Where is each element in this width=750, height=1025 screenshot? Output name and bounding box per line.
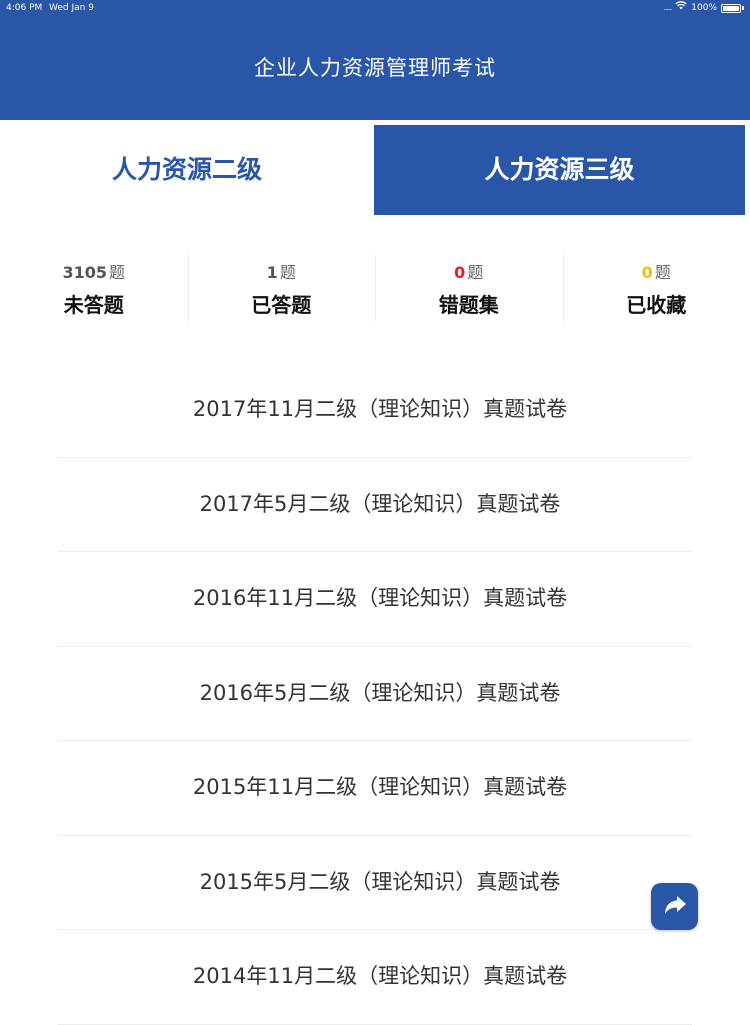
share-button[interactable]	[651, 883, 698, 930]
page-title: 企业人力资源管理师考试	[0, 52, 750, 82]
stat-label: 已收藏	[563, 289, 750, 318]
stat-count: 0	[454, 263, 465, 282]
status-time: 4:06 PM	[6, 0, 42, 16]
wifi-icon	[675, 0, 687, 16]
stat-unanswered[interactable]: 3105题 未答题	[0, 255, 188, 323]
stat-unit: 题	[109, 263, 125, 282]
exam-title: 2015年11月二级（理论知识）真题试卷	[0, 771, 750, 801]
stat-label: 错题集	[375, 289, 563, 318]
list-item[interactable]: 2017年5月二级（理论知识）真题试卷	[0, 458, 750, 553]
stat-unit: 题	[655, 263, 671, 282]
status-right: ..... 100%	[664, 0, 744, 16]
exam-title: 2016年5月二级（理论知识）真题试卷	[0, 677, 750, 707]
list-item[interactable]: 2016年11月二级（理论知识）真题试卷	[0, 552, 750, 647]
list-item[interactable]: 2014年11月二级（理论知识）真题试卷	[0, 930, 750, 1025]
exam-title: 2016年11月二级（理论知识）真题试卷	[0, 582, 750, 612]
status-bar: 4:06 PM Wed Jan 9 ..... 100%	[0, 0, 750, 16]
stat-count: 0	[642, 263, 653, 282]
stat-count-line: 1题	[188, 261, 376, 285]
list-item[interactable]: 2017年11月二级（理论知识）真题试卷	[0, 363, 750, 458]
exam-list: 2017年11月二级（理论知识）真题试卷 2017年5月二级（理论知识）真题试卷…	[0, 363, 750, 1025]
share-arrow-icon	[660, 890, 690, 924]
stat-count-line: 0题	[375, 261, 563, 285]
level-tabs: 人力资源二级 人力资源三级	[0, 125, 750, 215]
signal-dots: .....	[664, 0, 672, 16]
battery-percent: 100%	[691, 0, 717, 16]
stats-bar: 3105题 未答题 1题 已答题 0题 错题集 0题 已收藏	[0, 255, 750, 323]
stat-count: 3105	[62, 263, 107, 282]
stat-answered[interactable]: 1题 已答题	[188, 255, 376, 323]
exam-title: 2017年5月二级（理论知识）真题试卷	[0, 488, 750, 518]
stat-unit: 题	[467, 263, 483, 282]
stat-wrong[interactable]: 0题 错题集	[375, 255, 563, 323]
stat-count-line: 0题	[563, 261, 750, 285]
list-item[interactable]: 2015年5月二级（理论知识）真题试卷	[0, 836, 750, 931]
stat-label: 已答题	[188, 289, 376, 318]
stat-unit: 题	[280, 263, 296, 282]
battery-cap-icon	[742, 6, 744, 10]
stat-count-line: 3105题	[0, 261, 188, 285]
stat-label: 未答题	[0, 289, 188, 318]
divider	[58, 1024, 692, 1025]
battery-icon	[721, 4, 741, 13]
exam-title: 2014年11月二级（理论知识）真题试卷	[0, 960, 750, 990]
exam-title: 2017年11月二级（理论知识）真题试卷	[0, 393, 750, 423]
exam-title: 2015年5月二级（理论知识）真题试卷	[0, 866, 750, 896]
tab-level-2[interactable]: 人力资源二级	[0, 125, 374, 215]
app-header: 4:06 PM Wed Jan 9 ..... 100% 企业人力资源管理师考试	[0, 0, 750, 120]
status-date: Wed Jan 9	[49, 0, 94, 16]
stat-count: 1	[267, 263, 278, 282]
list-item[interactable]: 2016年5月二级（理论知识）真题试卷	[0, 647, 750, 742]
tab-level-3[interactable]: 人力资源三级	[374, 125, 745, 215]
stat-favorites[interactable]: 0题 已收藏	[563, 255, 750, 323]
list-item[interactable]: 2015年11月二级（理论知识）真题试卷	[0, 741, 750, 836]
